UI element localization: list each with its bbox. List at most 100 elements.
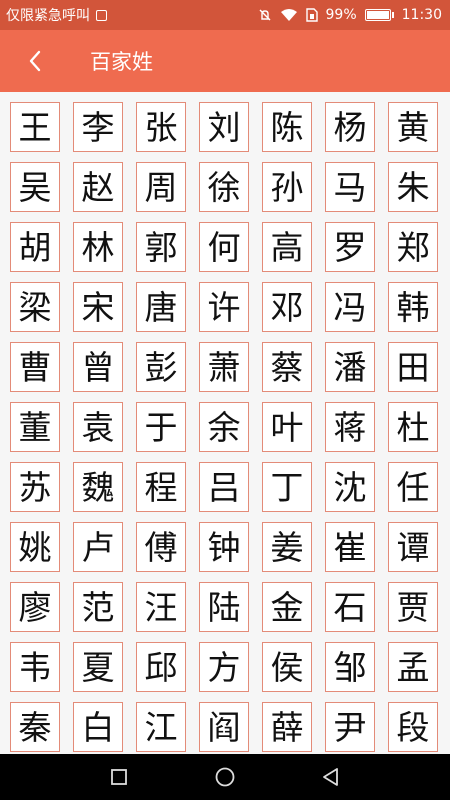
battery-percent: 99%: [325, 7, 357, 23]
back-icon: [323, 768, 338, 786]
surname-cell[interactable]: 苏: [10, 462, 60, 512]
surname-cell[interactable]: 尹: [325, 702, 375, 752]
surname-cell[interactable]: 方: [199, 642, 249, 692]
surname-cell[interactable]: 潘: [325, 342, 375, 392]
surname-cell[interactable]: 杨: [325, 102, 375, 152]
surname-cell[interactable]: 姜: [262, 522, 312, 572]
surname-cell[interactable]: 郭: [136, 222, 186, 272]
surname-cell[interactable]: 范: [73, 582, 123, 632]
surname-cell[interactable]: 宋: [73, 282, 123, 332]
surname-cell[interactable]: 蔡: [262, 342, 312, 392]
status-bar: 仅限紧急呼叫 99% 11:30: [0, 0, 450, 30]
system-nav-bar: [0, 754, 450, 800]
surname-cell[interactable]: 冯: [325, 282, 375, 332]
page-title: 百家姓: [90, 50, 153, 74]
surname-cell[interactable]: 白: [73, 702, 123, 752]
status-left: 仅限紧急呼叫: [6, 5, 107, 25]
surname-cell[interactable]: 韩: [388, 282, 438, 332]
home-button[interactable]: [214, 766, 236, 788]
surname-cell[interactable]: 孟: [388, 642, 438, 692]
surname-cell[interactable]: 余: [199, 402, 249, 452]
back-button[interactable]: [0, 30, 70, 92]
surname-cell[interactable]: 姚: [10, 522, 60, 572]
surname-cell[interactable]: 傅: [136, 522, 186, 572]
battery-icon: [364, 9, 394, 21]
status-right: 99% 11:30: [258, 7, 442, 23]
surname-cell[interactable]: 唐: [136, 282, 186, 332]
surname-cell[interactable]: 袁: [73, 402, 123, 452]
surname-cell[interactable]: 萧: [199, 342, 249, 392]
surname-cell[interactable]: 孙: [262, 162, 312, 212]
surname-cell[interactable]: 刘: [199, 102, 249, 152]
surname-cell[interactable]: 汪: [136, 582, 186, 632]
surname-cell[interactable]: 吕: [199, 462, 249, 512]
sim-status-icon: [305, 8, 318, 22]
surname-cell[interactable]: 彭: [136, 342, 186, 392]
clock: 11:30: [401, 7, 442, 23]
surname-cell[interactable]: 薛: [262, 702, 312, 752]
surname-cell[interactable]: 陈: [262, 102, 312, 152]
surname-cell[interactable]: 金: [262, 582, 312, 632]
surname-cell[interactable]: 丁: [262, 462, 312, 512]
recent-apps-icon: [111, 769, 127, 785]
surname-cell[interactable]: 周: [136, 162, 186, 212]
surname-cell[interactable]: 廖: [10, 582, 60, 632]
surname-cell[interactable]: 卢: [73, 522, 123, 572]
surname-cell[interactable]: 贾: [388, 582, 438, 632]
surname-cell[interactable]: 李: [73, 102, 123, 152]
surname-cell[interactable]: 程: [136, 462, 186, 512]
surname-cell[interactable]: 邱: [136, 642, 186, 692]
surname-cell[interactable]: 罗: [325, 222, 375, 272]
surname-cell[interactable]: 许: [199, 282, 249, 332]
surname-cell[interactable]: 段: [388, 702, 438, 752]
home-icon: [215, 767, 235, 787]
surname-cell[interactable]: 魏: [73, 462, 123, 512]
nav-back-button[interactable]: [320, 766, 342, 788]
surname-cell[interactable]: 石: [325, 582, 375, 632]
surname-cell[interactable]: 秦: [10, 702, 60, 752]
sim-card-icon: [96, 9, 107, 21]
surname-cell[interactable]: 蒋: [325, 402, 375, 452]
surname-cell[interactable]: 何: [199, 222, 249, 272]
surname-cell[interactable]: 梁: [10, 282, 60, 332]
surname-cell[interactable]: 阎: [199, 702, 249, 752]
surname-cell[interactable]: 崔: [325, 522, 375, 572]
app-bar: 百家姓: [0, 30, 450, 92]
surname-cell[interactable]: 徐: [199, 162, 249, 212]
surname-cell[interactable]: 曹: [10, 342, 60, 392]
surname-cell[interactable]: 高: [262, 222, 312, 272]
carrier-text: 仅限紧急呼叫: [6, 8, 90, 24]
surname-cell[interactable]: 任: [388, 462, 438, 512]
surname-cell[interactable]: 朱: [388, 162, 438, 212]
surname-cell[interactable]: 钟: [199, 522, 249, 572]
surname-cell[interactable]: 沈: [325, 462, 375, 512]
surname-cell[interactable]: 邹: [325, 642, 375, 692]
surname-cell[interactable]: 胡: [10, 222, 60, 272]
chevron-left-icon: [29, 50, 41, 72]
surname-cell[interactable]: 张: [136, 102, 186, 152]
surname-cell[interactable]: 侯: [262, 642, 312, 692]
surname-cell[interactable]: 董: [10, 402, 60, 452]
surname-cell[interactable]: 陆: [199, 582, 249, 632]
surname-grid: 王李张刘陈杨黄吴赵周徐孙马朱胡林郭何高罗郑梁宋唐许邓冯韩曹曾彭萧蔡潘田董袁于余叶…: [10, 102, 440, 752]
surname-cell[interactable]: 黄: [388, 102, 438, 152]
recent-apps-button[interactable]: [108, 766, 130, 788]
surname-cell[interactable]: 杜: [388, 402, 438, 452]
surname-cell[interactable]: 邓: [262, 282, 312, 332]
surname-cell[interactable]: 吴: [10, 162, 60, 212]
surname-cell[interactable]: 曾: [73, 342, 123, 392]
surname-cell[interactable]: 郑: [388, 222, 438, 272]
surname-cell[interactable]: 夏: [73, 642, 123, 692]
surname-cell[interactable]: 王: [10, 102, 60, 152]
surname-cell[interactable]: 叶: [262, 402, 312, 452]
surname-cell[interactable]: 林: [73, 222, 123, 272]
surname-cell[interactable]: 赵: [73, 162, 123, 212]
surname-cell[interactable]: 谭: [388, 522, 438, 572]
surname-cell[interactable]: 马: [325, 162, 375, 212]
surname-cell[interactable]: 于: [136, 402, 186, 452]
surname-cell[interactable]: 田: [388, 342, 438, 392]
surname-cell[interactable]: 韦: [10, 642, 60, 692]
surname-cell[interactable]: 江: [136, 702, 186, 752]
wifi-icon: [280, 8, 298, 22]
mute-icon: [258, 8, 272, 22]
